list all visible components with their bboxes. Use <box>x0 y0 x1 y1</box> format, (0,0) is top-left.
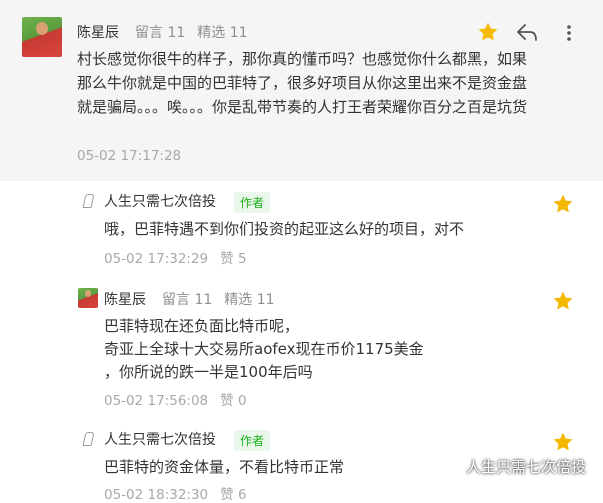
star-icon[interactable] <box>477 21 499 43</box>
reply-text: 哦，巴菲特遇不到你们投资的起亚这么好的项目，对不 <box>104 220 465 238</box>
reply-text-line: 奇亚上全球十大交易所aofex现在币价1175美金 <box>104 340 424 358</box>
reply-meta: 05-02 18:32:30 赞 6 <box>104 483 259 503</box>
author-avatar[interactable] <box>78 429 98 449</box>
commenter-name: 陈星辰 <box>77 25 119 41</box>
watermark: 人生只需七次倍投 <box>436 454 586 478</box>
more-options-icon[interactable] <box>561 24 577 42</box>
author-badge: 作者 <box>234 430 271 451</box>
author-badge: 作者 <box>234 192 271 213</box>
reply-author-name: 陈星辰 <box>104 292 146 308</box>
pick-count: 精选 11 <box>197 25 248 41</box>
reply-text-line: 巴菲特现在还负面比特币呢， <box>104 317 300 335</box>
reply-meta: 05-02 17:32:29 赞 5 <box>104 247 259 267</box>
reply-author-name: 人生只需七次倍投 <box>104 194 216 210</box>
pick-count: 精选 11 <box>224 292 275 308</box>
like-count[interactable]: 赞 5 <box>220 251 246 267</box>
like-count[interactable]: 赞 0 <box>220 393 246 409</box>
reply-meta: 05-02 17:56:08 赞 0 <box>104 389 259 409</box>
reply-timestamp: 05-02 17:32:29 <box>104 251 209 267</box>
comment-text: 村长感觉你很牛的样子，那你真的懂币吗？也感觉你什么都黑，如果那么牛你就是中国的巴… <box>77 50 528 116</box>
message-count: 留言 11 <box>135 25 186 41</box>
reply-text: 巴菲特的资金体量，不看比特币正常 <box>104 458 345 476</box>
star-icon[interactable] <box>552 290 574 312</box>
reply-author-name: 人生只需七次倍投 <box>104 432 216 448</box>
comment-timestamp: 05-02 17:17:28 <box>77 148 182 164</box>
avatar[interactable] <box>22 17 62 57</box>
commenter-stats: 留言 11 精选 11 <box>162 289 287 309</box>
reply-text-line: ，你所说的跌一半是100年后吗 <box>104 363 313 381</box>
star-icon[interactable] <box>552 193 574 215</box>
author-avatar[interactable] <box>78 191 98 211</box>
avatar[interactable] <box>78 288 98 308</box>
like-count[interactable]: 赞 6 <box>220 487 246 503</box>
watermark-text: 人生只需七次倍投 <box>466 457 587 476</box>
commenter-stats: 留言 11 精选 11 <box>135 22 260 42</box>
star-icon[interactable] <box>552 431 574 453</box>
top-comment: 陈星辰 留言 11 精选 11 村长感觉你很牛的样子，那你真的懂币吗？也感觉你什么… <box>0 0 603 181</box>
wechat-icon <box>436 456 460 474</box>
reply-timestamp: 05-02 17:56:08 <box>104 393 209 409</box>
reply-icon[interactable] <box>515 21 539 43</box>
reply-timestamp: 05-02 18:32:30 <box>104 487 209 503</box>
message-count: 留言 11 <box>162 292 213 308</box>
